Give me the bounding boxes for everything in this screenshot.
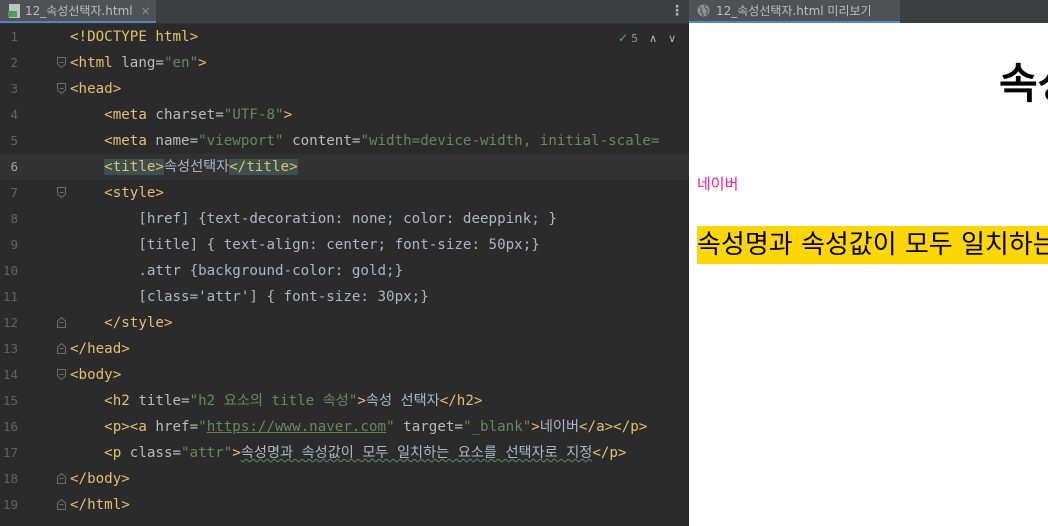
attr-paragraph: 속성명과 속성값이 모두 일치하는 요소를 선택자로 지정 — [697, 226, 1048, 264]
line-number: 12 — [2, 315, 18, 330]
code-text: <style> — [104, 185, 164, 201]
code-line[interactable]: 17 <p class="attr">속성명과 속성값이 모두 일치하는 요소를… — [0, 440, 689, 466]
line-number: 13 — [2, 341, 18, 356]
code-line[interactable]: 7 <style> — [0, 180, 689, 206]
code-line[interactable]: 15 <h2 title="h2 요소의 title 속성">속성 선택자</h… — [0, 388, 689, 414]
code-text: <title>속성선택자</title> — [104, 159, 298, 175]
code-text: <head> — [70, 81, 122, 97]
code-text: </style> — [104, 315, 173, 331]
editor-tab[interactable]: 12_속성선택자.html × — [0, 0, 156, 23]
code-line[interactable]: 2 <html lang="en"> — [0, 50, 689, 76]
line-number: 18 — [2, 471, 18, 486]
fold-icon[interactable] — [57, 83, 66, 94]
code-line[interactable]: 4 <meta charset="UTF-8"> — [0, 102, 689, 128]
code-line[interactable]: 14 <body> — [0, 362, 689, 388]
code-line[interactable]: 1 <!DOCTYPE html> — [0, 24, 689, 50]
fold-icon[interactable] — [57, 57, 66, 68]
code-text: .attr {background-color: gold;} — [70, 263, 404, 279]
fold-icon[interactable] — [57, 473, 66, 484]
preview-tab-bar: 12_속성선택자.html 미리보기 — [689, 0, 1048, 23]
close-icon[interactable]: × — [141, 5, 151, 17]
line-number: 7 — [10, 185, 18, 200]
preview-tab[interactable]: 12_속성선택자.html 미리보기 — [689, 0, 900, 23]
fold-icon[interactable] — [57, 317, 66, 328]
code-line[interactable]: 18 </body> — [0, 466, 689, 492]
code-text: <html lang="en"> — [70, 55, 207, 71]
line-number: 3 — [10, 81, 18, 96]
fold-icon[interactable] — [57, 369, 66, 380]
line-number: 19 — [2, 497, 18, 512]
fold-icon[interactable] — [57, 343, 66, 354]
code-text: <body> — [70, 367, 122, 383]
chevron-up-icon[interactable]: ∧ — [649, 32, 657, 45]
editor-tab-label: 12_속성선택자.html — [25, 4, 133, 18]
code-editor[interactable]: 12_속성선택자.html × ⋮ 1 <!DOCTYPE html> 2 <html… — [0, 0, 689, 526]
check-icon: ✓ — [618, 31, 629, 45]
code-text: [title] { text-align: center; font-size:… — [70, 237, 540, 253]
code-line[interactable]: 3 <head> — [0, 76, 689, 102]
naver-link[interactable]: 네이버 — [697, 173, 738, 194]
code-text: </html> — [70, 497, 130, 513]
line-number: 14 — [2, 367, 18, 382]
inspection-widget[interactable]: ✓ 5 ∧ ∨ — [618, 29, 676, 47]
line-number: 9 — [10, 237, 18, 252]
code-text: [class='attr'] { font-size: 30px;} — [70, 289, 429, 305]
code-line[interactable]: 5 <meta name="viewport" content="width=d… — [0, 128, 689, 154]
code-text: <p class="attr">속성명과 속성값이 모두 일치하는 요소를 선택… — [104, 445, 627, 461]
code-text: <meta name="viewport" content="width=dev… — [104, 133, 660, 149]
editor-tab-bar: 12_속성선택자.html × ⋮ — [0, 0, 689, 24]
code-line[interactable]: 13 </head> — [0, 336, 689, 362]
code-line[interactable]: 9 [title] { text-align: center; font-siz… — [0, 232, 689, 258]
code-line[interactable]: 8 [href] {text-decoration: none; color: … — [0, 206, 689, 232]
preview-tab-label: 12_속성선택자.html 미리보기 — [716, 4, 872, 18]
more-options-icon[interactable]: ⋮ — [670, 2, 684, 20]
code-text: <meta charset="UTF-8"> — [104, 107, 293, 123]
code-line[interactable]: 11 [class='attr'] { font-size: 30px;} — [0, 284, 689, 310]
chevron-down-icon[interactable]: ∨ — [668, 32, 676, 45]
line-number: 16 — [2, 419, 18, 434]
line-number: 11 — [2, 289, 18, 304]
preview-heading: 속성 선택자 — [999, 59, 1048, 108]
preview-content: 속성 선택자 네이버 속성명과 속성값이 모두 일치하는 요소를 선택자로 지정 — [689, 23, 1048, 526]
line-number: 8 — [10, 211, 18, 226]
code-area[interactable]: 1 <!DOCTYPE html> 2 <html lang="en"> 3 <head>… — [0, 24, 689, 526]
line-number: 2 — [10, 55, 18, 70]
inspection-count: 5 — [631, 31, 639, 45]
code-text: </head> — [70, 341, 130, 357]
code-text: </body> — [70, 471, 130, 487]
fold-icon[interactable] — [57, 499, 66, 510]
code-line[interactable]: 19 </html> — [0, 492, 689, 518]
globe-icon — [697, 4, 710, 17]
line-number: 15 — [2, 393, 18, 408]
code-text: <!DOCTYPE html> — [70, 29, 199, 45]
code-text: [href] {text-decoration: none; color: de… — [70, 211, 557, 227]
line-number: 6 — [10, 159, 18, 174]
preview-pane: 12_속성선택자.html 미리보기 속성 선택자 네이버 속성명과 속성값이 … — [689, 0, 1048, 526]
line-number: 5 — [10, 133, 18, 148]
code-line[interactable]: 6 <title>속성선택자</title> — [0, 154, 689, 180]
fold-icon[interactable] — [57, 187, 66, 198]
line-number: 10 — [2, 263, 18, 278]
line-number: 17 — [2, 445, 18, 460]
code-line[interactable]: 12 </style> — [0, 310, 689, 336]
html-file-icon — [8, 3, 20, 18]
line-number: 4 — [10, 107, 18, 122]
code-text: <h2 title="h2 요소의 title 속성">속성 선택자</h2> — [104, 393, 483, 409]
code-text: <p><a href="https://www.naver.com" targe… — [104, 419, 648, 435]
line-number: 1 — [10, 29, 18, 44]
code-line[interactable]: 10 .attr {background-color: gold;} — [0, 258, 689, 284]
code-line[interactable]: 16 <p><a href="https://www.naver.com" ta… — [0, 414, 689, 440]
